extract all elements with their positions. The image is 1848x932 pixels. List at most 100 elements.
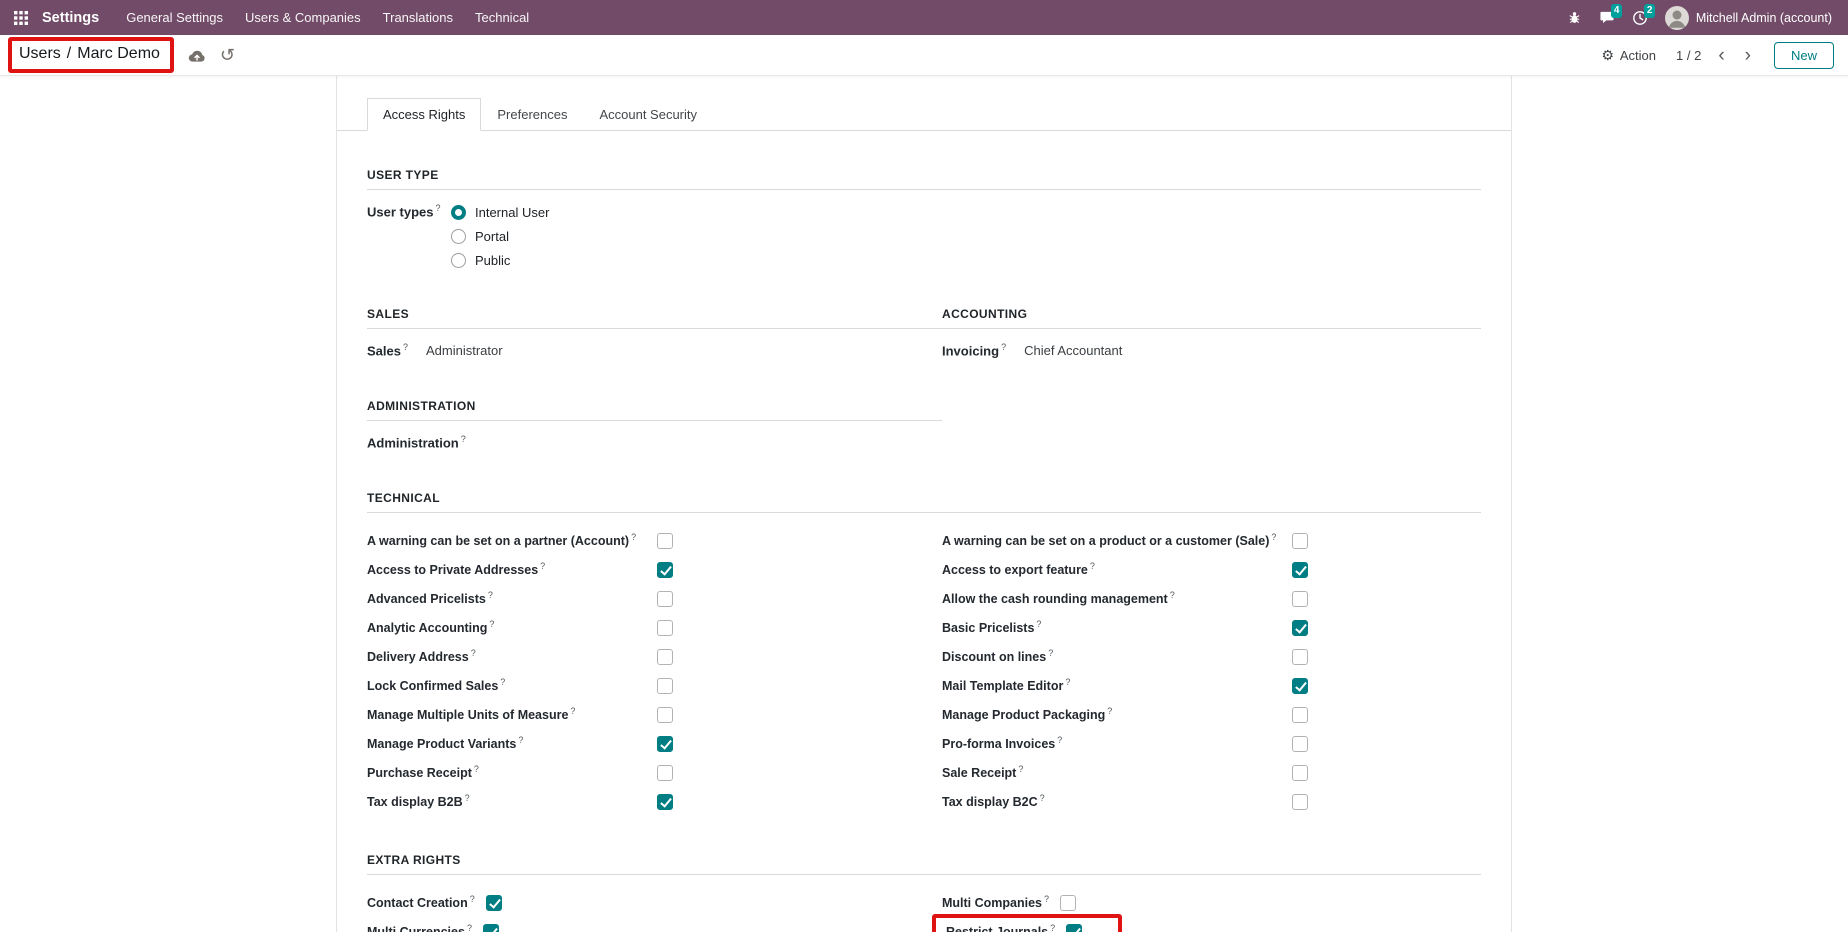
pager-next-icon[interactable]: › <box>1740 46 1756 65</box>
user-menu[interactable]: Mitchell Admin (account) <box>1665 6 1832 30</box>
checkbox[interactable] <box>1292 707 1308 723</box>
section-heading-administration: ADMINISTRATION <box>367 399 942 421</box>
section-heading-sales: SALES <box>367 307 942 329</box>
field-label: Advanced Pricelists? <box>367 590 657 606</box>
checkbox[interactable] <box>1292 794 1308 810</box>
help-icon: ? <box>1107 706 1112 716</box>
help-icon: ? <box>1040 793 1045 803</box>
checkbox[interactable] <box>1292 620 1308 636</box>
field-label: Restrict Journals? <box>946 923 1055 932</box>
checkbox[interactable] <box>657 591 673 607</box>
menu-item[interactable]: Users & Companies <box>234 10 372 25</box>
help-icon: ? <box>403 342 408 352</box>
checkbox[interactable] <box>1066 924 1082 932</box>
help-icon: ? <box>1050 923 1055 932</box>
field-label: Manage Product Variants? <box>367 735 657 751</box>
checkbox[interactable] <box>657 736 673 752</box>
sales-value[interactable]: Administrator <box>426 343 503 358</box>
radio-button[interactable] <box>451 205 466 220</box>
debug-bug-icon[interactable] <box>1567 10 1582 25</box>
radio-label: Public <box>475 253 510 268</box>
checkbox[interactable] <box>483 924 499 932</box>
boolean-field-row: Purchase Receipt? <box>367 758 942 787</box>
radio-option[interactable]: Internal User <box>451 203 549 222</box>
user-name: Mitchell Admin (account) <box>1696 11 1832 25</box>
extra-rights-right-column: Multi Companies? Restrict Journals? <box>942 888 1481 932</box>
action-menu-button[interactable]: ⚙ Action <box>1601 47 1656 64</box>
apps-menu-icon[interactable] <box>10 7 32 29</box>
radio-option[interactable]: Public <box>451 251 549 270</box>
checkbox[interactable] <box>1292 533 1308 549</box>
activities-clock-icon[interactable]: 2 <box>1632 10 1648 26</box>
tab[interactable]: Account Security <box>583 98 713 131</box>
tab[interactable]: Access Rights <box>367 98 481 131</box>
main-content: Access Rights Preferences Account Securi… <box>0 76 1848 932</box>
tab[interactable]: Preferences <box>481 98 583 131</box>
boolean-field: Restrict Journals? <box>932 914 1122 932</box>
extra-rights-left-column: Contact Creation? Multi Currencies? <box>367 888 942 932</box>
help-icon: ? <box>467 923 472 932</box>
field-label: Discount on lines? <box>942 648 1292 664</box>
breadcrumb-current: Marc Demo <box>77 45 160 63</box>
checkbox[interactable] <box>657 620 673 636</box>
activities-badge: 2 <box>1644 4 1656 18</box>
boolean-field-row: Allow the cash rounding management? <box>942 584 1481 613</box>
technical-right-column: A warning can be set on a product or a c… <box>942 526 1481 816</box>
administration-field: Administration? <box>367 434 942 454</box>
checkbox[interactable] <box>1292 649 1308 665</box>
checkbox[interactable] <box>1292 678 1308 694</box>
field-label: A warning can be set on a product or a c… <box>942 532 1292 548</box>
breadcrumb-area: Users / Marc Demo ↺ <box>8 37 235 73</box>
checkbox[interactable] <box>657 533 673 549</box>
invoicing-value[interactable]: Chief Accountant <box>1024 343 1122 358</box>
field-label: Sale Receipt? <box>942 764 1292 780</box>
field-label: Contact Creation? <box>367 894 475 910</box>
field-label: Pro-forma Invoices? <box>942 735 1292 751</box>
sales-group: SALES Sales? Administrator <box>367 270 942 362</box>
boolean-field-row: Delivery Address? <box>367 642 942 671</box>
checkbox[interactable] <box>657 707 673 723</box>
boolean-field-row: Tax display B2B? <box>367 787 942 816</box>
new-button[interactable]: New <box>1774 42 1834 69</box>
boolean-field-row: Access to export feature? <box>942 555 1481 584</box>
field-label: Access to Private Addresses? <box>367 561 657 577</box>
discard-undo-icon[interactable]: ↺ <box>220 46 235 64</box>
breadcrumb-separator: / <box>67 45 71 63</box>
help-icon: ? <box>500 677 505 687</box>
messages-badge: 4 <box>1611 4 1623 18</box>
field-label: Basic Pricelists? <box>942 619 1292 635</box>
control-panel: Users / Marc Demo ↺ ⚙ Action 1 / 2 ‹ › N… <box>0 35 1848 76</box>
save-cloud-icon[interactable] <box>188 48 206 63</box>
radio-button[interactable] <box>451 253 466 268</box>
field-label: Delivery Address? <box>367 648 657 664</box>
radio-button[interactable] <box>451 229 466 244</box>
app-name[interactable]: Settings <box>42 10 99 26</box>
checkbox[interactable] <box>657 562 673 578</box>
pager-previous-icon[interactable]: ‹ <box>1713 46 1729 65</box>
boolean-field: Multi Currencies? <box>367 923 499 932</box>
checkbox[interactable] <box>1060 895 1076 911</box>
radio-label: Portal <box>475 229 509 244</box>
checkbox[interactable] <box>1292 562 1308 578</box>
checkbox[interactable] <box>657 649 673 665</box>
checkbox[interactable] <box>486 895 502 911</box>
checkbox[interactable] <box>1292 765 1308 781</box>
help-icon: ? <box>631 532 636 542</box>
checkbox[interactable] <box>657 678 673 694</box>
boolean-field-row: A warning can be set on a product or a c… <box>942 526 1481 555</box>
messages-icon[interactable]: 4 <box>1599 10 1615 25</box>
radio-option[interactable]: Portal <box>451 227 549 246</box>
menu-item[interactable]: General Settings <box>115 10 234 25</box>
breadcrumb-parent[interactable]: Users <box>19 45 61 63</box>
radio-label: Internal User <box>475 205 549 220</box>
help-icon: ? <box>465 793 470 803</box>
nav-right: 4 2 Mitchell Admin (account) <box>1567 6 1832 30</box>
menu-item[interactable]: Technical <box>464 10 540 25</box>
field-label: Multi Currencies? <box>367 923 472 932</box>
help-icon: ? <box>1057 735 1062 745</box>
menu-item[interactable]: Translations <box>372 10 464 25</box>
checkbox[interactable] <box>1292 736 1308 752</box>
checkbox[interactable] <box>657 765 673 781</box>
checkbox[interactable] <box>1292 591 1308 607</box>
checkbox[interactable] <box>657 794 673 810</box>
